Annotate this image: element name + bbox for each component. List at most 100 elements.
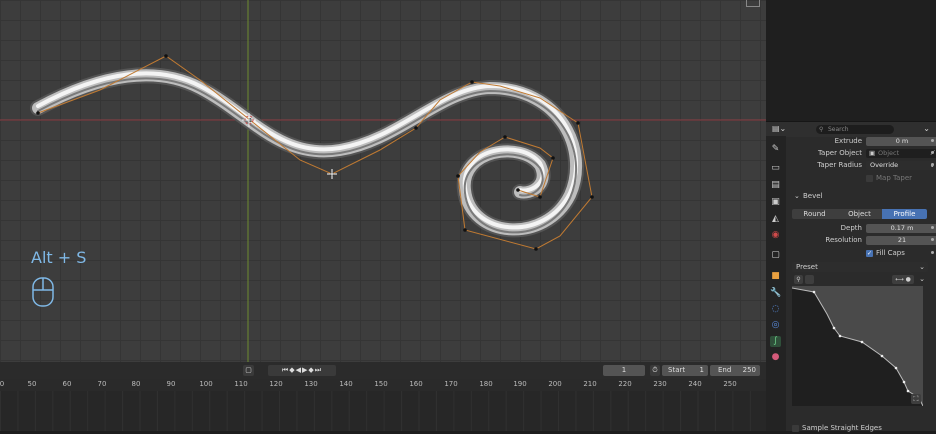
- zoom-icon[interactable]: ⚲: [794, 275, 803, 284]
- taper-radius-label: Taper Radius: [817, 161, 862, 169]
- ruler-tick: 70: [97, 380, 107, 388]
- 3d-viewport[interactable]: Alt + S: [0, 0, 766, 362]
- keystroke-hint: Alt + S: [31, 248, 87, 267]
- selected-point-marker[interactable]: [327, 169, 337, 179]
- ruler-tick: 190: [513, 380, 527, 388]
- properties-editor[interactable]: ▤⌄ ⚲ Search ⌄ ✎ ▭ ▤ ▣ ◭ ◉ ▢ ■ 🔧 ◌ ◎ ∫ ● …: [766, 0, 936, 434]
- reset-view-icon[interactable]: ⟷ ●: [892, 275, 914, 284]
- taper-radius-dropdown[interactable]: Override ⌄: [866, 161, 936, 170]
- material-tab-icon[interactable]: ●: [770, 352, 781, 363]
- profile-curve-widget[interactable]: ⛶: [791, 286, 924, 407]
- search-placeholder: Search: [828, 126, 849, 133]
- bevel-mode-profile[interactable]: Profile: [882, 209, 927, 219]
- zoom-out-icon[interactable]: [805, 275, 814, 284]
- start-label: Start: [668, 366, 686, 374]
- extrude-row: Extrude 0 m: [788, 136, 936, 147]
- taper-object-placeholder: Object: [878, 149, 900, 157]
- ruler-tick: 110: [234, 380, 248, 388]
- ruler-tick: 230: [653, 380, 667, 388]
- map-taper-row: Map Taper: [788, 173, 934, 184]
- fill-caps-checkbox[interactable]: ✓: [866, 250, 873, 257]
- viewport-corner-widget[interactable]: [746, 0, 760, 7]
- bevel-panel-header[interactable]: ⌄ Bevel: [794, 191, 936, 202]
- outliner-area: [766, 0, 936, 121]
- output-tab-icon[interactable]: ▤: [770, 180, 781, 191]
- timeline-header: ▢ ⏮◆◀▶◆⏭ 1 ⏱ Start 1 End 250: [0, 362, 766, 379]
- properties-tabs: ✎ ▭ ▤ ▣ ◭ ◉ ▢ ■ 🔧 ◌ ◎ ∫ ●: [766, 136, 786, 431]
- curve-toolbar: ⚲ ⟷ ● ⌄: [792, 275, 928, 285]
- animate-dot-icon[interactable]: [931, 251, 934, 254]
- bevel-mode-round[interactable]: Round: [792, 209, 837, 219]
- stopwatch-icon[interactable]: ⏱: [650, 365, 660, 376]
- start-frame-field[interactable]: Start 1: [662, 365, 708, 376]
- timeline-tracks[interactable]: [0, 391, 766, 431]
- physics-tab-icon[interactable]: ◎: [770, 320, 781, 331]
- jump-end-icon[interactable]: ⏭: [315, 366, 322, 374]
- object-tab-icon[interactable]: ■: [770, 271, 781, 282]
- preset-dropdown[interactable]: Preset ⌄: [792, 262, 928, 272]
- current-frame-field[interactable]: 1: [603, 365, 645, 376]
- animate-dot-icon[interactable]: [931, 139, 934, 142]
- extrude-label: Extrude: [834, 137, 862, 145]
- ruler-tick: 130: [304, 380, 318, 388]
- scene-tab-icon[interactable]: ◭: [770, 214, 781, 225]
- ruler-tick: 140: [339, 380, 353, 388]
- animate-dot-icon[interactable]: [931, 151, 934, 154]
- extrude-field[interactable]: 0 m: [866, 137, 936, 146]
- taper-object-row: Taper Object ▣ Object ⟋: [788, 148, 936, 159]
- ruler-tick: 180: [479, 380, 493, 388]
- ruler-tick: 170: [444, 380, 458, 388]
- fill-caps-row: ✓ Fill Caps: [788, 248, 934, 259]
- viewport-canvas[interactable]: [0, 0, 766, 362]
- ruler-tick: 250: [723, 380, 737, 388]
- options-icon[interactable]: ⌄: [923, 124, 930, 133]
- animate-dot-icon[interactable]: [931, 238, 934, 241]
- resolution-row: Resolution 21: [788, 235, 936, 246]
- map-taper-label: Map Taper: [876, 174, 913, 182]
- search-input[interactable]: ⚲ Search: [816, 125, 894, 134]
- tool-tab-icon[interactable]: ✎: [770, 144, 781, 155]
- animate-dot-icon[interactable]: [931, 226, 934, 229]
- fill-caps-label: Fill Caps: [876, 249, 905, 257]
- mouse-icon: [32, 277, 54, 307]
- taper-object-label: Taper Object: [817, 149, 862, 157]
- end-label: End: [718, 366, 732, 374]
- curve-data-tab-icon[interactable]: ∫: [770, 336, 781, 347]
- modifiers-tab-icon[interactable]: 🔧: [770, 288, 781, 299]
- editor-type-icon[interactable]: ▤⌄: [772, 124, 786, 133]
- resolution-label: Resolution: [825, 236, 862, 244]
- profile-curve-graph[interactable]: [791, 286, 924, 407]
- collection-tab-icon[interactable]: ▢: [770, 250, 781, 261]
- preset-label: Preset: [796, 263, 818, 271]
- render-tab-icon[interactable]: ▭: [770, 163, 781, 174]
- depth-field[interactable]: 0.17 m: [866, 224, 936, 233]
- frame-ruler[interactable]: 0 50 60 70 80 90 100 110 120 130 140 150…: [0, 379, 766, 391]
- playback-controls[interactable]: ⏮◆◀▶◆⏭: [268, 365, 336, 376]
- resolution-field[interactable]: 21: [866, 236, 936, 245]
- sample-straight-edges-row: Sample Straight Edges: [792, 423, 936, 434]
- ruler-tick: 0: [0, 380, 5, 388]
- taper-object-field[interactable]: ▣ Object ⟋: [866, 149, 936, 158]
- fit-view-icon[interactable]: ⛶: [911, 394, 921, 404]
- map-taper-checkbox[interactable]: [866, 175, 873, 182]
- bezier-curve-object[interactable]: [30, 67, 585, 238]
- ruler-tick: 100: [199, 380, 213, 388]
- properties-header: ▤⌄ ⚲ Search ⌄: [766, 121, 936, 137]
- keyframe-type-button[interactable]: ▢: [243, 365, 254, 376]
- ruler-tick: 200: [548, 380, 562, 388]
- animate-dot-icon[interactable]: [931, 163, 934, 166]
- timeline-editor[interactable]: ▢ ⏮◆◀▶◆⏭ 1 ⏱ Start 1 End 250 0 50 60 70 …: [0, 362, 766, 431]
- depth-row: Depth 0.17 m: [788, 223, 936, 234]
- particles-tab-icon[interactable]: ◌: [770, 304, 781, 315]
- end-value: 250: [742, 366, 756, 374]
- search-icon: ⚲: [819, 126, 824, 133]
- chevron-down-icon[interactable]: ⌄: [919, 275, 925, 284]
- view-layer-tab-icon[interactable]: ▣: [770, 197, 781, 208]
- ruler-tick: 150: [374, 380, 388, 388]
- chevron-down-icon: ⌄: [919, 263, 925, 271]
- ruler-tick: 80: [131, 380, 141, 388]
- bevel-mode-object[interactable]: Object: [837, 209, 882, 219]
- bevel-section-label: Bevel: [803, 192, 823, 200]
- world-tab-icon[interactable]: ◉: [770, 230, 781, 241]
- end-frame-field[interactable]: End 250: [710, 365, 760, 376]
